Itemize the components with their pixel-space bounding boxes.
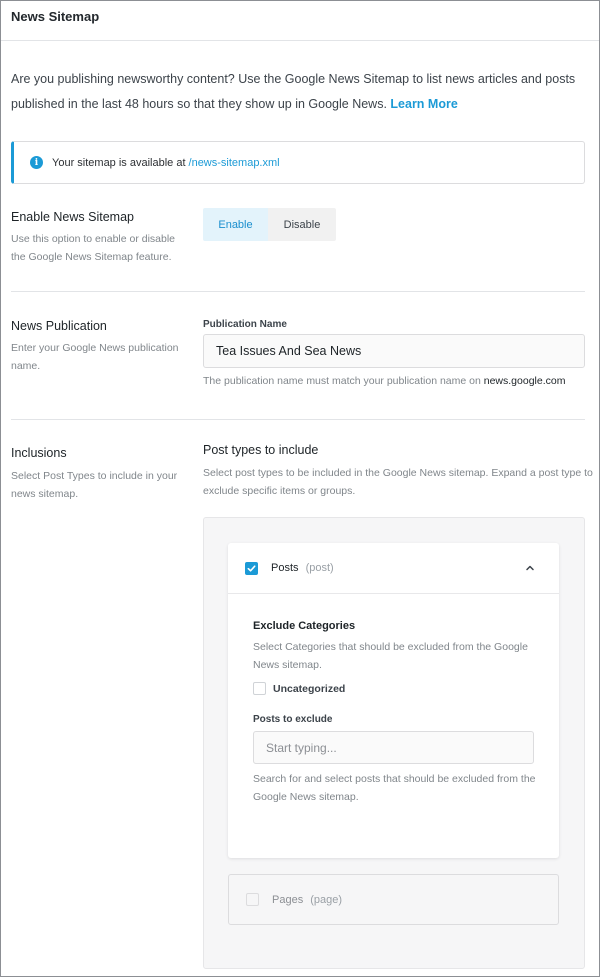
publication-name-label: Publication Name bbox=[203, 319, 287, 330]
learn-more-link[interactable]: Learn More bbox=[390, 97, 457, 111]
publication-name-input[interactable]: Tea Issues And Sea News bbox=[203, 334, 585, 368]
posts-exclude-search-input[interactable]: Start typing... bbox=[253, 731, 534, 764]
news-sitemap-panel: News Sitemap Are you publishing newswort… bbox=[0, 0, 600, 977]
pages-name: Pages bbox=[272, 893, 304, 906]
enable-toggle: Enable Disable bbox=[203, 208, 336, 241]
publication-help: The publication name must match your pub… bbox=[203, 372, 565, 390]
notice-text: Your sitemap is available at bbox=[52, 156, 186, 169]
exclude-categories-desc: Select Categories that should be exclude… bbox=[253, 641, 528, 671]
check-icon bbox=[247, 564, 256, 572]
post-types-desc: Select post types to be included in the … bbox=[203, 467, 593, 497]
publication-help-text: The publication name must match your pub… bbox=[203, 375, 481, 387]
post-type-card-pages[interactable]: Pages (page) bbox=[228, 874, 559, 925]
sitemap-link[interactable]: /news-sitemap.xml bbox=[189, 157, 280, 169]
posts-slug: (post) bbox=[305, 562, 334, 574]
chevron-up-icon[interactable] bbox=[524, 562, 536, 574]
publication-title: News Publication bbox=[11, 319, 107, 333]
exclude-categories-title: Exclude Categories bbox=[253, 620, 356, 632]
post-types-title: Post types to include bbox=[203, 443, 319, 457]
divider bbox=[11, 419, 585, 420]
intro-body: Are you publishing newsworthy content? U… bbox=[11, 72, 576, 111]
publication-help-domain: news.google.com bbox=[483, 375, 566, 387]
posts-card-body: Exclude Categories Select Categories tha… bbox=[253, 620, 543, 806]
posts-checkbox[interactable] bbox=[245, 561, 258, 575]
panel-header: News Sitemap bbox=[1, 1, 599, 41]
uncategorized-label: Uncategorized bbox=[273, 682, 346, 695]
posts-card-header[interactable]: Posts (post) bbox=[228, 543, 559, 594]
uncategorized-checkbox[interactable] bbox=[253, 682, 266, 695]
inclusions-desc: Select Post Types to include in your new… bbox=[11, 470, 178, 500]
category-option-uncategorized[interactable]: Uncategorized bbox=[253, 682, 543, 695]
disable-button[interactable]: Disable bbox=[268, 208, 336, 241]
panel-title: News Sitemap bbox=[11, 9, 100, 24]
inclusions-title: Inclusions bbox=[11, 446, 67, 460]
enable-button[interactable]: Enable bbox=[203, 208, 268, 241]
posts-to-exclude-label: Posts to exclude bbox=[253, 714, 333, 725]
enable-desc: Use this option to enable or disable the… bbox=[11, 233, 176, 263]
sitemap-notice: i Your sitemap is available at /news-sit… bbox=[11, 141, 585, 184]
posts-exclude-help: Search for and select posts that should … bbox=[253, 773, 536, 803]
posts-name: Posts bbox=[271, 562, 299, 574]
posts-label: Posts (post) bbox=[271, 562, 334, 574]
pages-checkbox[interactable] bbox=[246, 893, 259, 906]
pages-label: Pages (page) bbox=[272, 894, 342, 906]
post-type-card-posts: Posts (post) Exclude Categories Select C… bbox=[228, 543, 559, 858]
enable-title: Enable News Sitemap bbox=[11, 210, 134, 224]
intro-text: Are you publishing newsworthy content? U… bbox=[11, 67, 591, 117]
info-icon: i bbox=[30, 156, 43, 169]
pages-slug: (page) bbox=[310, 893, 343, 906]
publication-desc: Enter your Google News publication name. bbox=[11, 342, 179, 372]
divider bbox=[11, 291, 585, 292]
